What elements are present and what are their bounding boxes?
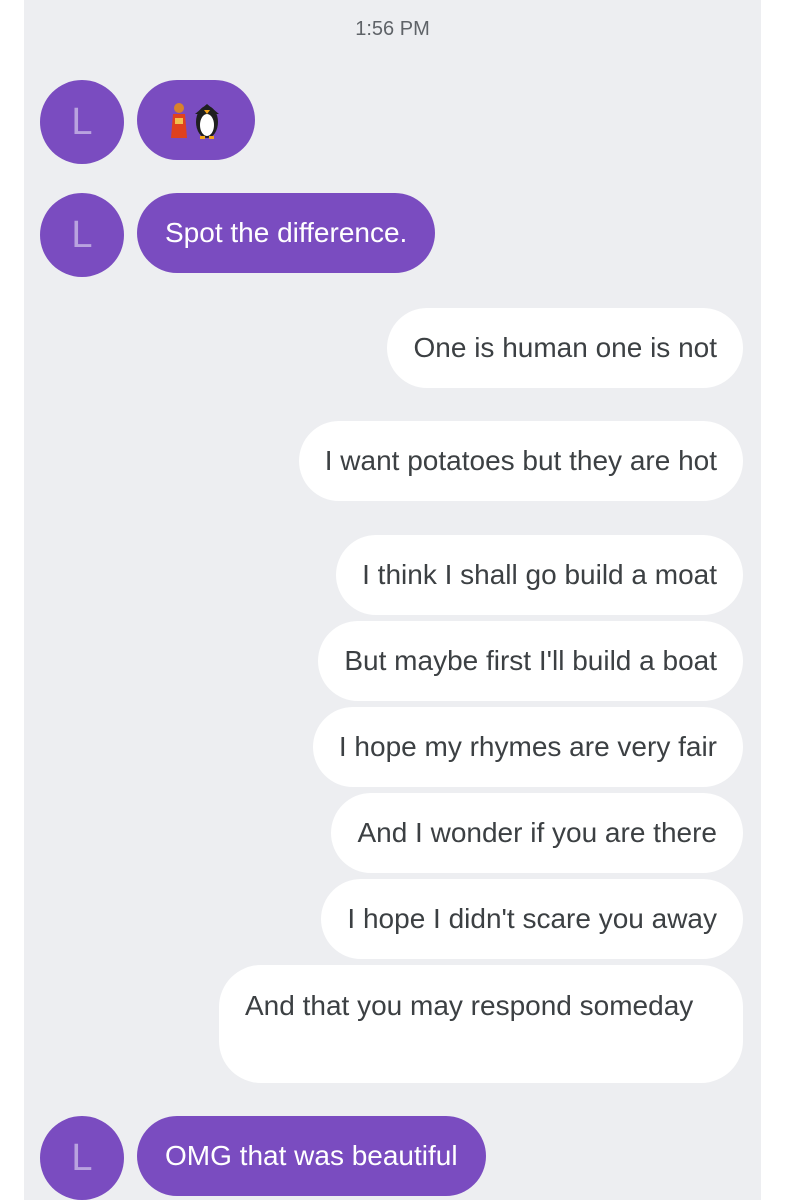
outgoing-message-bubble[interactable]: I hope my rhymes are very fair: [312, 707, 743, 787]
message-timestamp: 1:56 PM: [355, 18, 430, 40]
contact-avatar[interactable]: L: [40, 1116, 124, 1200]
outgoing-message-bubble[interactable]: I hope I didn't scare you away: [321, 879, 743, 959]
outgoing-message-bubble[interactable]: One is human one is not: [387, 308, 743, 388]
incoming-message-bubble[interactable]: OMG that was beautiful: [137, 1116, 486, 1196]
contact-avatar[interactable]: L: [40, 80, 124, 164]
outgoing-message-bubble[interactable]: And that you may respond someday: [219, 965, 743, 1083]
incoming-message-bubble[interactable]: Spot the difference.: [137, 193, 436, 273]
incoming-message-bubble[interactable]: [137, 80, 255, 160]
outgoing-message-bubble[interactable]: I want potatoes but they are hot: [298, 421, 743, 501]
conversation-view: 1:56 PM L L Spot the difference. One is …: [24, 0, 761, 1200]
outgoing-message-bubble[interactable]: And I wonder if you are there: [331, 793, 743, 873]
outgoing-message-bubble[interactable]: I think I shall go build a moat: [336, 535, 743, 615]
person-and-penguin-emoji-icon: [171, 103, 219, 139]
outgoing-message-bubble[interactable]: But maybe first I'll build a boat: [318, 621, 743, 701]
contact-avatar[interactable]: L: [40, 193, 124, 277]
